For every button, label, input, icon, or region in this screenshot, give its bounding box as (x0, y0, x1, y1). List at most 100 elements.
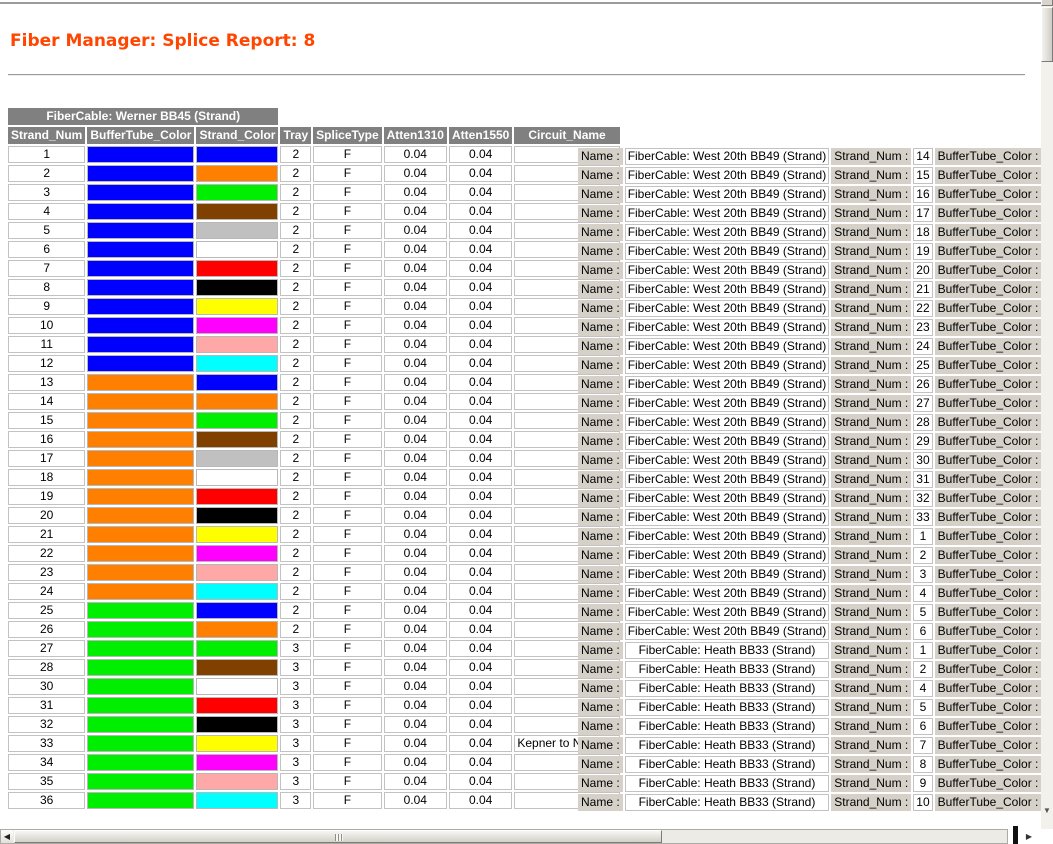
splice-row: 102F0.040.04 (8, 317, 620, 334)
column-header-atten1550: Atten1550 (449, 127, 512, 144)
splicetype-value: F (313, 754, 381, 771)
tray-value: 2 (280, 374, 311, 391)
atten1310-value: 0.04 (384, 792, 447, 809)
atten1550-value: 0.04 (449, 583, 512, 600)
tray-value: 3 (280, 659, 311, 676)
strand-num-value: 9 (8, 298, 85, 315)
strand-num-label: Strand_Num : (831, 376, 911, 393)
atten1310-value: 0.04 (384, 602, 447, 619)
buffertube-color-label: BufferTube_Color : (935, 262, 1041, 279)
buffertube-color-label: BufferTube_Color : (935, 585, 1041, 602)
buffertube-color-label: BufferTube_Color : (935, 718, 1041, 735)
strand-color-swatch (196, 697, 278, 714)
scroll-down-icon[interactable]: ▼ (1042, 806, 1052, 816)
buffertube-color-label: BufferTube_Color : (935, 604, 1041, 621)
to-cable-name: FiberCable: West 20th BB49 (Strand) (625, 623, 830, 640)
name-label: Name : (578, 509, 623, 526)
atten1310-value: 0.04 (384, 336, 447, 353)
strand-color-swatch (196, 583, 278, 600)
scroll-up-button[interactable] (1041, 0, 1053, 6)
splice-row: 62F0.040.04 (8, 241, 620, 258)
tray-value: 2 (280, 279, 311, 296)
strand-num-label: Strand_Num : (831, 186, 911, 203)
scroll-right-icon[interactable]: ▶ (1023, 831, 1035, 843)
splicetype-value: F (313, 279, 381, 296)
strand-color-swatch (196, 792, 278, 809)
to-cable-name: FiberCable: Heath BB33 (Strand) (625, 642, 830, 659)
buffertube-color-swatch (87, 545, 194, 562)
to-cable-name: FiberCable: West 20th BB49 (Strand) (625, 376, 830, 393)
strand-color-swatch (196, 564, 278, 581)
spliced-to-row: Name :FiberCable: West 20th BB49 (Strand… (578, 376, 1041, 393)
strand-num-value: 28 (8, 659, 85, 676)
buffertube-color-swatch (87, 374, 194, 391)
strand-num-label: Strand_Num : (831, 281, 911, 298)
buffertube-color-swatch (87, 792, 194, 809)
atten1550-value: 0.04 (449, 355, 512, 372)
to-cable-name: FiberCable: Heath BB33 (Strand) (625, 794, 830, 811)
atten1310-value: 0.04 (384, 431, 447, 448)
to-cable-name: FiberCable: West 20th BB49 (Strand) (625, 243, 830, 260)
to-cable-name: FiberCable: Heath BB33 (Strand) (625, 756, 830, 773)
splicetype-value: F (313, 317, 381, 334)
atten1550-value: 0.04 (449, 621, 512, 638)
atten1550-value: 0.04 (449, 336, 512, 353)
splicetype-value: F (313, 792, 381, 809)
buffertube-color-swatch (87, 260, 194, 277)
to-cable-name: FiberCable: Heath BB33 (Strand) (625, 680, 830, 697)
buffertube-color-swatch (87, 279, 194, 296)
atten1310-value: 0.04 (384, 412, 447, 429)
spliced-to-row: Name :FiberCable: West 20th BB49 (Strand… (578, 357, 1041, 374)
name-label: Name : (578, 623, 623, 640)
strand-num-label: Strand_Num : (831, 262, 911, 279)
splicetype-value: F (313, 773, 381, 790)
splicetype-value: F (313, 203, 381, 220)
atten1310-value: 0.04 (384, 298, 447, 315)
atten1310-value: 0.04 (384, 355, 447, 372)
to-cable-name: FiberCable: Heath BB33 (Strand) (625, 661, 830, 678)
tray-value: 2 (280, 146, 311, 163)
spliced-to-table: Name :FiberCable: West 20th BB49 (Strand… (576, 146, 1041, 813)
buffertube-color-label: BufferTube_Color : (935, 205, 1041, 222)
name-label: Name : (578, 756, 623, 773)
column-header-strand_color: Strand_Color (196, 127, 278, 144)
spliced-to-row: Name :FiberCable: Heath BB33 (Strand)Str… (578, 737, 1041, 754)
splicetype-value: F (313, 735, 381, 752)
strand-num-label: Strand_Num : (831, 604, 911, 621)
vertical-scrollbar[interactable]: ▼ (1041, 0, 1053, 829)
atten1550-value: 0.04 (449, 697, 512, 714)
splice-table: FiberCable: Werner BB45 (Strand) Strand_… (6, 106, 622, 811)
splice-row: 363F0.040.04 (8, 792, 620, 809)
to-cable-name: FiberCable: Heath BB33 (Strand) (625, 718, 830, 735)
name-label: Name : (578, 737, 623, 754)
spliced-to-row: Name :FiberCable: West 20th BB49 (Strand… (578, 471, 1041, 488)
to-cable-name: FiberCable: Heath BB33 (Strand) (625, 737, 830, 754)
column-header-row: Strand_NumBufferTube_ColorStrand_ColorTr… (8, 127, 620, 144)
horizontal-scrollbar-thumb[interactable] (14, 830, 662, 843)
vertical-scrollbar-thumb[interactable] (1041, 7, 1053, 62)
strand-color-swatch (196, 678, 278, 695)
tray-value: 2 (280, 222, 311, 239)
scroll-left-button[interactable]: ◀ (1, 830, 13, 843)
spliced-to-row: Name :FiberCable: West 20th BB49 (Strand… (578, 566, 1041, 583)
tray-value: 2 (280, 545, 311, 562)
spliced-to-row: Name :FiberCable: West 20th BB49 (Strand… (578, 148, 1041, 165)
atten1550-value: 0.04 (449, 507, 512, 524)
strand-num-label: Strand_Num : (831, 756, 911, 773)
spliced-to-row: Name :FiberCable: West 20th BB49 (Strand… (578, 205, 1041, 222)
tray-value: 2 (280, 526, 311, 543)
atten1550-value: 0.04 (449, 412, 512, 429)
splicetype-value: F (313, 184, 381, 201)
buffertube-color-label: BufferTube_Color : (935, 452, 1041, 469)
strand-num-label: Strand_Num : (831, 775, 911, 792)
buffertube-color-swatch (87, 469, 194, 486)
group-header-row: FiberCable: Werner BB45 (Strand) (8, 108, 620, 125)
to-cable-name: FiberCable: West 20th BB49 (Strand) (625, 471, 830, 488)
atten1310-value: 0.04 (384, 279, 447, 296)
name-label: Name : (578, 205, 623, 222)
strand-color-swatch (196, 374, 278, 391)
atten1550-value: 0.04 (449, 716, 512, 733)
buffertube-color-label: BufferTube_Color : (935, 300, 1041, 317)
splicetype-value: F (313, 469, 381, 486)
horizontal-scrollbar[interactable]: ◀ (0, 829, 1008, 844)
